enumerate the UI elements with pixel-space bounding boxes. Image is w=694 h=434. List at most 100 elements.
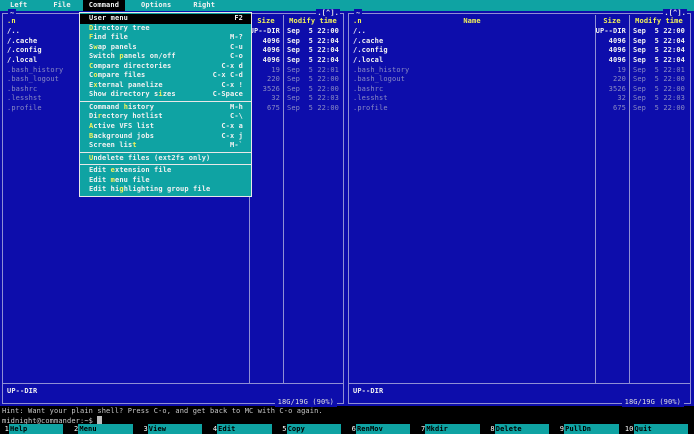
file-mtime: Sep 5 22:00 (633, 104, 686, 113)
panel-right: ~ .[^]. .n Name Size Modify time/.. UP--DIR Sep… (348, 9, 691, 407)
fkey-8-delete[interactable]: 8 Delete (486, 424, 555, 434)
menu-item-shortcut: C-\ (229, 112, 243, 121)
file-row[interactable]: /.cache 4096 Sep 5 22:04 (349, 37, 690, 47)
fkey-7-mkdir[interactable]: 7 Mkdir (416, 424, 485, 434)
fkey-number: 2 (74, 425, 79, 433)
menu-item-label-post: istory (128, 102, 155, 111)
mini-status: UP--DIR (7, 387, 38, 395)
fkey-label: View (147, 424, 203, 434)
fkey-9-pulldn[interactable]: 9 PullDn (555, 424, 624, 434)
menu-item-shortcut: C-x ! (221, 80, 243, 89)
menu-item-swap-panels[interactable]: Swap panels C-u (80, 43, 251, 53)
menu-item-active-vfs-list[interactable]: Active VFS list C-x a (80, 122, 251, 132)
menu-item-external-panelize[interactable]: External panelize C-x ! (80, 81, 251, 91)
menu-item-label-pre: Edit hi (89, 185, 120, 194)
fkey-2-menu[interactable]: 2 Menu (69, 424, 138, 434)
column-header-mtime[interactable]: Modify time (283, 17, 343, 26)
file-size: 220 (612, 75, 626, 84)
menu-item-background-jobs[interactable]: Background jobs C-x j (80, 132, 251, 142)
file-row[interactable]: /.local 4096 Sep 5 22:04 (349, 56, 690, 66)
menu-item-edit-menu-file[interactable]: Edit menu file (80, 176, 251, 186)
menubar-item-command[interactable]: Command (82, 0, 126, 11)
fkey-6-renmov[interactable]: 6 RenMov (347, 424, 416, 434)
fkey-1-help[interactable]: 1 Help (0, 424, 69, 434)
menubar-item-file[interactable]: File (47, 0, 76, 11)
menu-item-shortcut: C-o (229, 52, 243, 61)
menubar-item-right[interactable]: Right (187, 0, 221, 11)
menu-item-undelete-files-ext2fs-only[interactable]: Undelete files (ext2fs only) (80, 154, 251, 164)
file-row[interactable]: .lesshst 32 Sep 5 22:03 (349, 94, 690, 104)
fkey-label: Help (9, 424, 64, 434)
menu-item-edit-highlighting-group-file[interactable]: Edit highlighting group file (80, 185, 251, 195)
file-row[interactable]: .bash_history 19 Sep 5 22:01 (349, 66, 690, 76)
fkey-5-copy[interactable]: 5 Copy (278, 424, 347, 434)
menu-item-label-post: anels on/off (123, 52, 176, 61)
file-mtime: Sep 5 22:04 (633, 55, 686, 64)
column-header-size[interactable]: Size (249, 17, 283, 26)
text-cursor (97, 416, 102, 424)
fkey-number: 3 (143, 425, 148, 433)
menu-item-shortcut: M-? (229, 33, 243, 42)
file-size: 3526 (608, 84, 626, 93)
fkey-10-quit[interactable]: 10 Quit (625, 424, 694, 434)
fkey-label: Delete (494, 424, 550, 434)
file-size: 220 (266, 75, 280, 84)
fkey-label: Mkdir (425, 424, 480, 434)
file-name: .bash_logout (7, 75, 60, 84)
file-size: 4096 (262, 36, 280, 45)
menubar: Left File Command Options Right (0, 0, 694, 11)
column-header-mtime[interactable]: Modify time (629, 17, 689, 26)
menu-item-label-post: ind file (93, 33, 129, 42)
menu-item-label-post: enu (115, 14, 129, 22)
file-name: .lesshst (7, 94, 42, 103)
file-name: .bash_logout (353, 75, 406, 84)
file-size: 19 (617, 65, 626, 74)
menubar-item-options[interactable]: Options (135, 0, 177, 11)
menu-item-switch-panels-on-off[interactable]: Switch panels on/off C-o (80, 52, 251, 62)
menu-item-shortcut: M-` (229, 141, 243, 150)
menu-item-user-menu[interactable]: User menu F2 (80, 14, 251, 24)
file-name: /.local (7, 55, 38, 64)
menu-item-screen-list[interactable]: Screen list M-` (80, 141, 251, 151)
menu-item-shortcut: F2 (234, 14, 243, 22)
menu-item-compare-directories[interactable]: Compare directories C-x d (80, 62, 251, 72)
menu-item-edit-extension-file[interactable]: Edit extension file (80, 166, 251, 176)
file-mtime: Sep 5 22:00 (287, 75, 340, 84)
file-size: 4096 (608, 36, 626, 45)
menu-item-compare-files[interactable]: Compare files C-x C-d (80, 71, 251, 81)
function-keybar: 1 Help 2 Menu 3 View 4 Edit 5 Copy 6 RenMov 7 Mkdir 8 D… (0, 424, 694, 434)
fkey-label: Menu (78, 424, 133, 434)
fkey-3-view[interactable]: 3 View (139, 424, 208, 434)
menu-item-label-pre: Command (89, 102, 124, 111)
file-row[interactable]: /.. UP--DIR Sep 5 22:00 (349, 27, 690, 37)
file-size: 675 (612, 104, 626, 113)
menu-item-show-directory-sizes[interactable]: Show directory sizes C-Space (80, 90, 251, 100)
file-mtime: Sep 5 22:03 (287, 94, 340, 103)
file-row[interactable]: .bashrc 3526 Sep 5 22:00 (349, 85, 690, 95)
file-row[interactable]: /.config 4096 Sep 5 22:04 (349, 46, 690, 56)
menu-item-label-pre: Di (89, 112, 98, 121)
fkey-number: 1 (4, 425, 9, 433)
column-header-name[interactable]: Name (349, 17, 595, 26)
fkey-label: Quit (633, 424, 688, 434)
menu-item-find-file[interactable]: Find file M-? (80, 33, 251, 43)
menu-item-label-post: irectory tree (93, 23, 150, 32)
menu-item-command-history[interactable]: Command history M-h (80, 103, 251, 113)
file-mtime: Sep 5 22:00 (633, 27, 686, 35)
file-name: .lesshst (353, 94, 388, 103)
menu-item-label-pre: Switch (89, 52, 120, 61)
fkey-label: Copy (286, 424, 341, 434)
menu-item-directory-hotlist[interactable]: Directory hotlist C-\ (80, 112, 251, 122)
menu-item-shortcut: C-x C-d (212, 71, 243, 80)
file-row[interactable]: .bash_logout 220 Sep 5 22:00 (349, 75, 690, 85)
file-size: UP--DIR (595, 27, 626, 35)
file-size: 3526 (262, 84, 280, 93)
file-name: .bash_history (7, 65, 64, 74)
fkey-number: 7 (421, 425, 426, 433)
fkey-4-edit[interactable]: 4 Edit (208, 424, 277, 434)
menu-item-directory-tree[interactable]: Directory tree (80, 24, 251, 34)
column-header-size[interactable]: Size (595, 17, 629, 26)
menu-item-label-post: zes (162, 90, 176, 99)
file-row[interactable]: .profile 675 Sep 5 22:00 (349, 104, 690, 114)
file-mtime: Sep 5 22:01 (287, 65, 340, 74)
